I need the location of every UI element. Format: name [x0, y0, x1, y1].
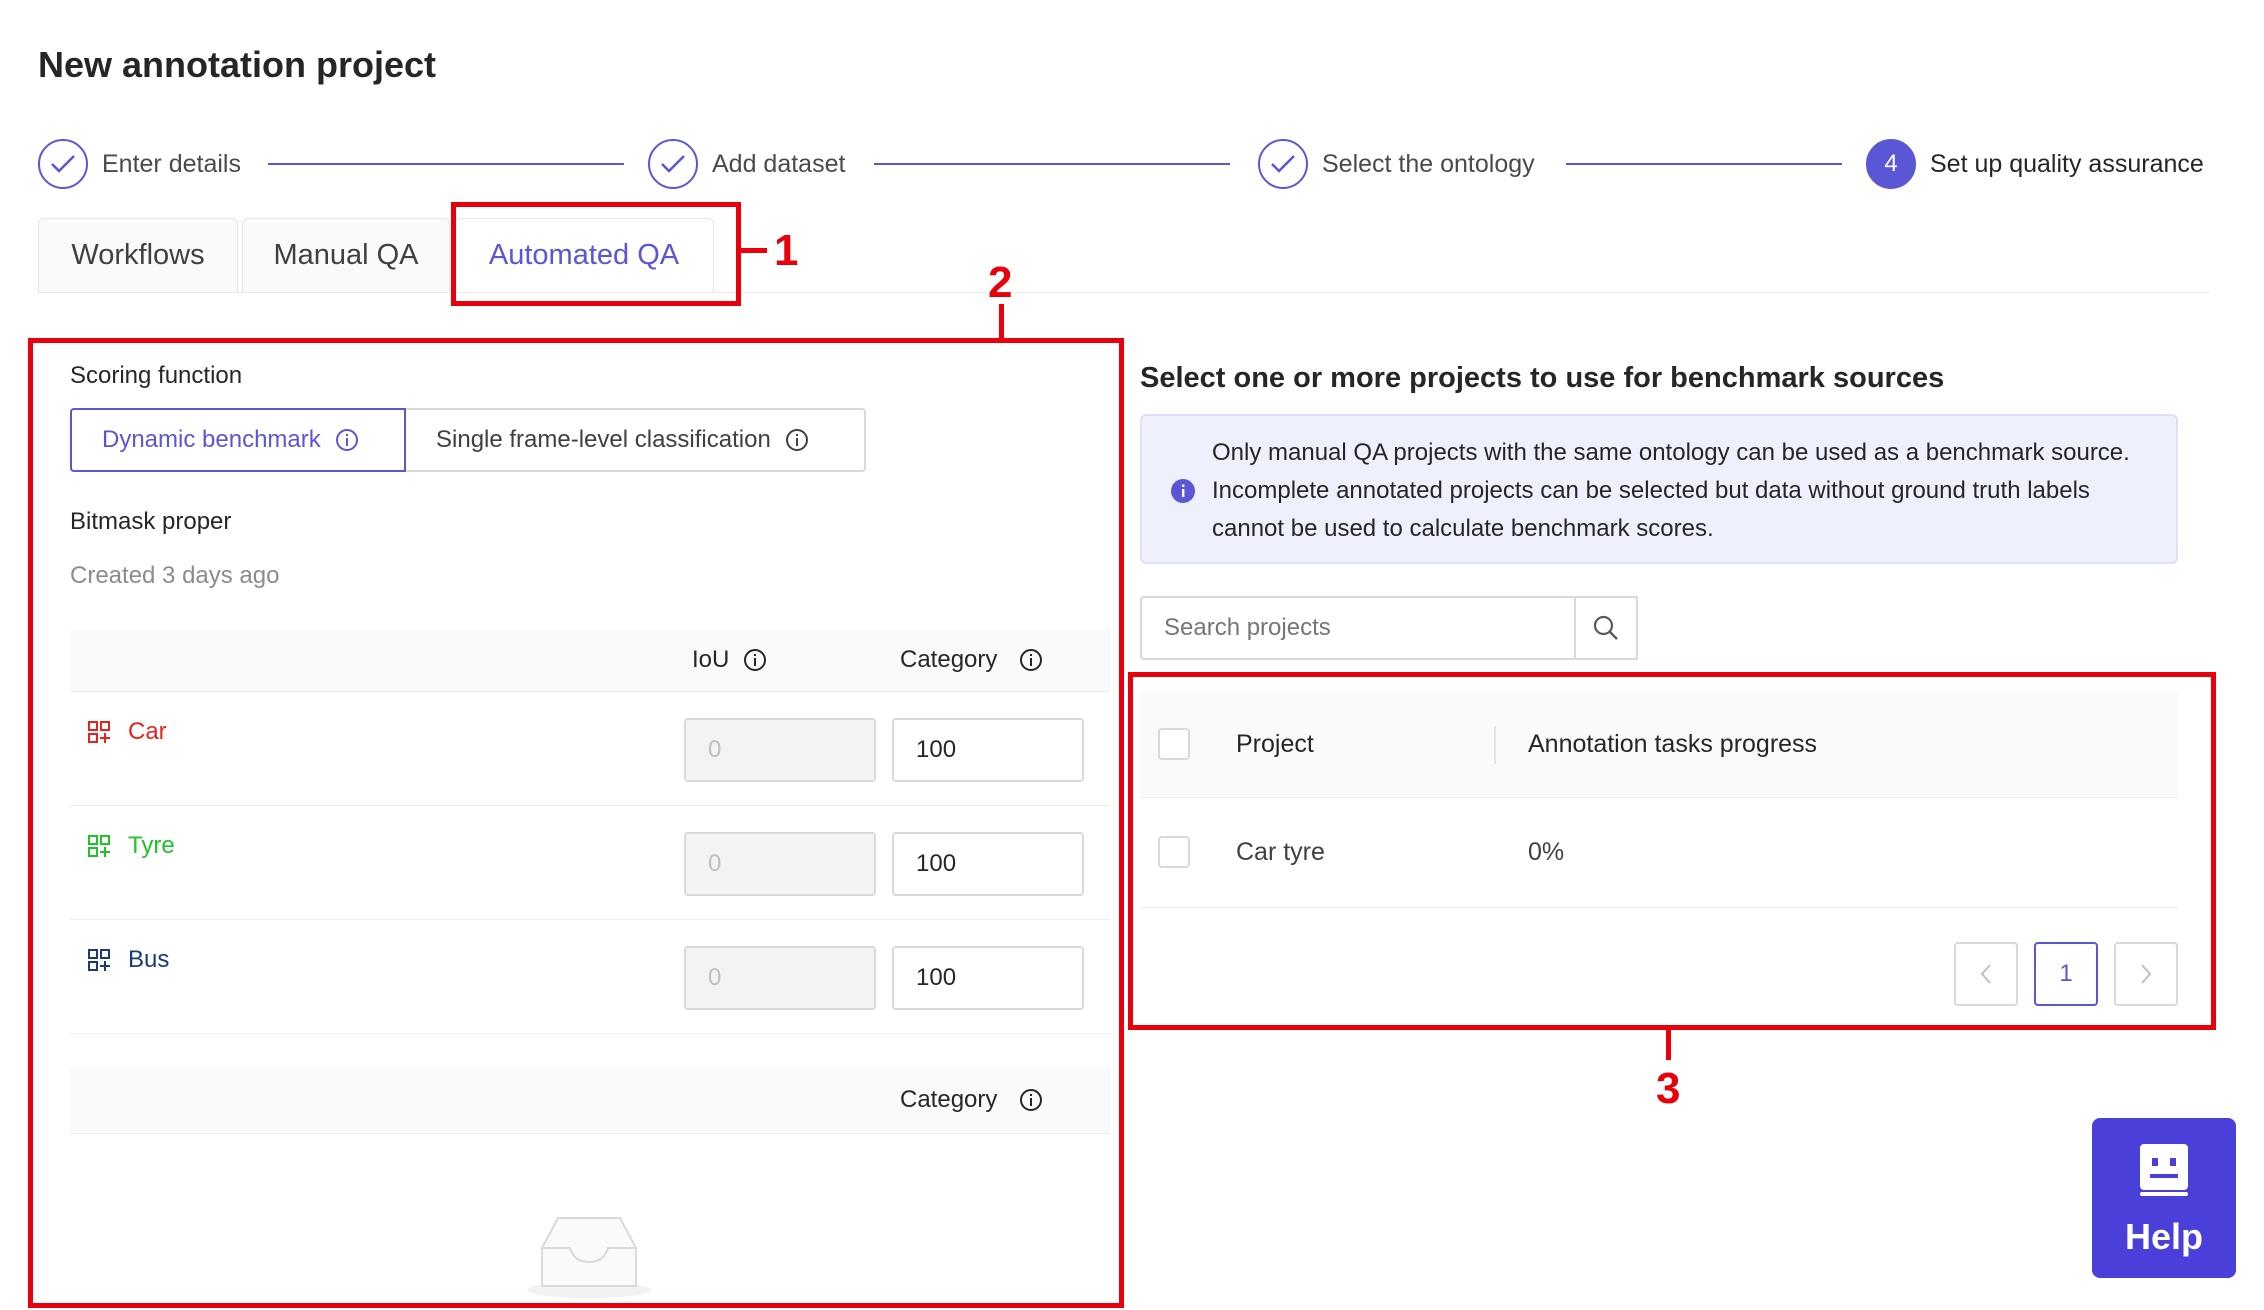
search-button[interactable] [1574, 596, 1638, 660]
info-icon[interactable] [335, 428, 359, 452]
step-label: Add dataset [712, 149, 846, 178]
step-label: Select the ontology [1322, 149, 1535, 178]
annotation-box-3 [1128, 672, 2216, 1030]
annotation-box-1 [451, 202, 741, 306]
help-label: Help [2124, 1216, 2203, 1257]
annotation-box-2 [28, 338, 1124, 1308]
info-icon [1171, 479, 1195, 503]
check-icon [648, 139, 698, 189]
tabs-divider [38, 292, 2210, 293]
search-icon [1593, 615, 1618, 640]
step-enter-details: Enter details [38, 138, 241, 190]
robot-face-icon [2140, 1144, 2188, 1196]
check-icon [38, 139, 88, 189]
step-select-ontology: Select the ontology [1258, 138, 1535, 190]
tab-manual-qa[interactable]: Manual QA [242, 218, 450, 292]
step-label: Enter details [102, 149, 241, 178]
tab-workflows[interactable]: Workflows [38, 218, 238, 292]
page-title: New annotation project [38, 44, 437, 85]
help-button[interactable]: Help [2092, 1118, 2236, 1278]
step-add-dataset: Add dataset [648, 138, 845, 190]
search-projects-input[interactable] [1140, 596, 1638, 660]
step-connector [268, 163, 624, 165]
step-label: Set up quality assurance [1930, 149, 2204, 178]
step-quality-assurance: 4 Set up quality assurance [1866, 138, 2204, 190]
annotation-connector-1 [741, 248, 767, 253]
step-connector [874, 163, 1230, 165]
benchmark-info-alert: Only manual QA projects with the same on… [1140, 414, 2178, 564]
benchmark-info-text: Only manual QA projects with the same on… [1212, 439, 2130, 542]
annotation-label-3: 3 [1656, 1064, 1681, 1113]
benchmark-sources-title: Select one or more projects to use for b… [1140, 362, 1945, 394]
stepper: Enter details Add dataset Select the ont… [38, 138, 2210, 190]
check-icon [1258, 139, 1308, 189]
step-number: 4 [1866, 139, 1916, 189]
annotation-connector-3 [1666, 1030, 1671, 1060]
step-connector [1566, 163, 1842, 165]
annotation-label-2: 2 [988, 258, 1013, 307]
annotation-connector-2 [999, 304, 1004, 340]
annotation-label-1: 1 [774, 226, 799, 275]
option-label: Dynamic benchmark [102, 426, 321, 453]
dynamic-benchmark-option[interactable]: Dynamic benchmark [70, 408, 406, 472]
